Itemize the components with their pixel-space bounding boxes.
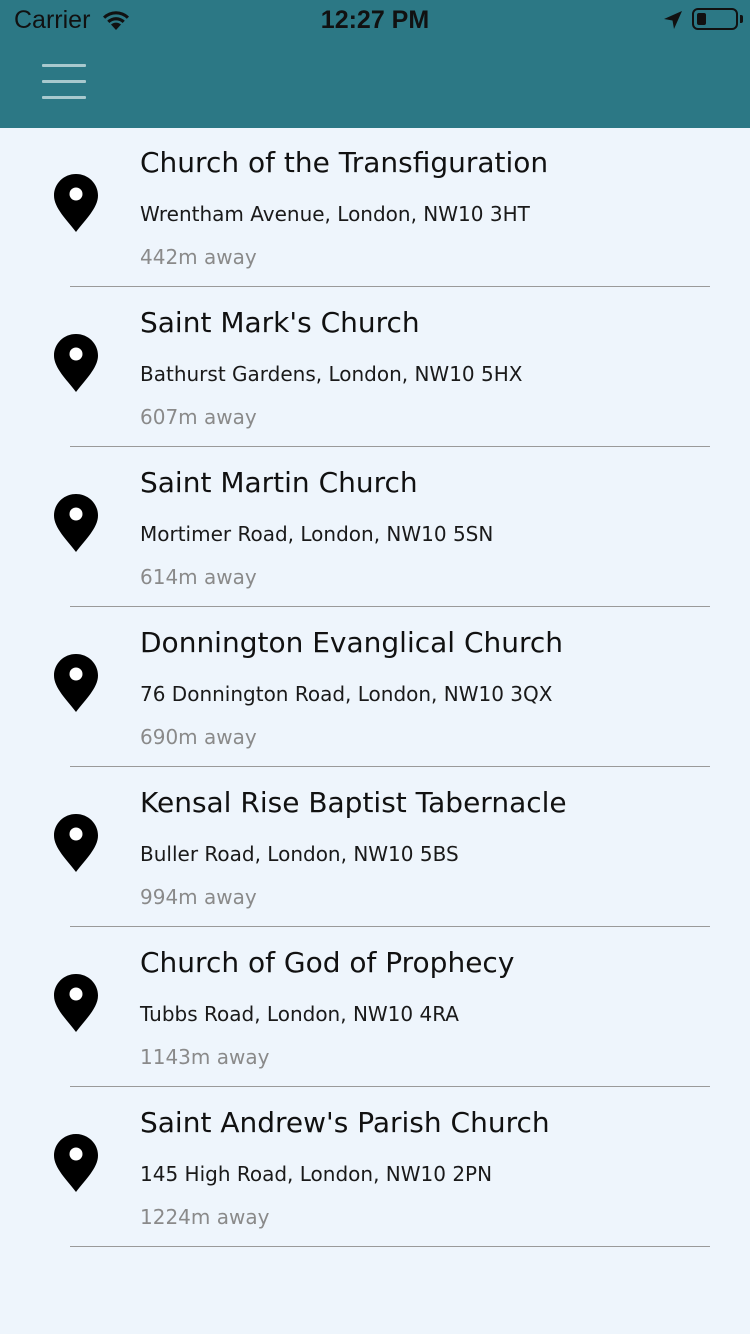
church-name: Donnington Evanglical Church [140,626,564,659]
church-distance: 994m away [140,885,257,909]
church-list-item[interactable]: Saint Mark's Church Bathurst Gardens, Lon… [0,288,750,448]
church-address: Bathurst Gardens, London, NW10 5HX [140,362,523,386]
church-address: 76 Donnington Road, London, NW10 3QX [140,682,553,706]
church-address: Wrentham Avenue, London, NW10 3HT [140,202,530,226]
map-pin-icon [54,814,98,872]
church-list-item[interactable]: Church of God of Prophecy Tubbs Road, Lon… [0,928,750,1088]
church-list-item[interactable]: Kensal Rise Baptist Tabernacle Buller Roa… [0,768,750,928]
church-address: Buller Road, London, NW10 5BS [140,842,459,866]
battery-nub [740,15,743,23]
church-name: Saint Andrew's Parish Church [140,1106,550,1139]
church-list: Church of the Transfiguration Wrentham Av… [0,128,750,1248]
divider [70,1246,710,1247]
church-distance: 1224m away [140,1205,270,1229]
map-pin-icon [54,494,98,552]
app-header: Carrier 12:27 PM [0,0,750,128]
church-list-item[interactable]: Church of the Transfiguration Wrentham Av… [0,128,750,288]
church-list-item[interactable]: Saint Andrew's Parish Church 145 High Roa… [0,1088,750,1248]
church-address: Tubbs Road, London, NW10 4RA [140,1002,459,1026]
map-pin-icon [54,334,98,392]
map-pin-icon [54,174,98,232]
church-name: Church of the Transfiguration [140,146,549,179]
church-list-item[interactable]: Saint Martin Church Mortimer Road, London… [0,448,750,608]
church-name: Church of God of Prophecy [140,946,515,979]
divider [70,446,710,447]
map-pin-icon [54,974,98,1032]
status-time: 12:27 PM [320,6,430,34]
divider [70,286,710,287]
church-name: Saint Martin Church [140,466,418,499]
location-arrow-icon [664,11,682,29]
divider [70,1086,710,1087]
map-pin-icon [54,1134,98,1192]
battery-icon [692,8,738,30]
hamburger-menu-icon[interactable] [40,60,88,104]
church-name: Saint Mark's Church [140,306,420,339]
church-distance: 614m away [140,565,257,589]
divider [70,766,710,767]
divider [70,926,710,927]
church-address: Mortimer Road, London, NW10 5SN [140,522,494,546]
church-distance: 607m away [140,405,257,429]
church-distance: 1143m away [140,1045,270,1069]
church-list-item[interactable]: Donnington Evanglical Church 76 Donningto… [0,608,750,768]
status-bar: Carrier 12:27 PM [0,0,750,40]
church-distance: 442m away [140,245,257,269]
church-distance: 690m away [140,725,257,749]
divider [70,606,710,607]
map-pin-icon [54,654,98,712]
church-address: 145 High Road, London, NW10 2PN [140,1162,493,1186]
church-name: Kensal Rise Baptist Tabernacle [140,786,567,819]
